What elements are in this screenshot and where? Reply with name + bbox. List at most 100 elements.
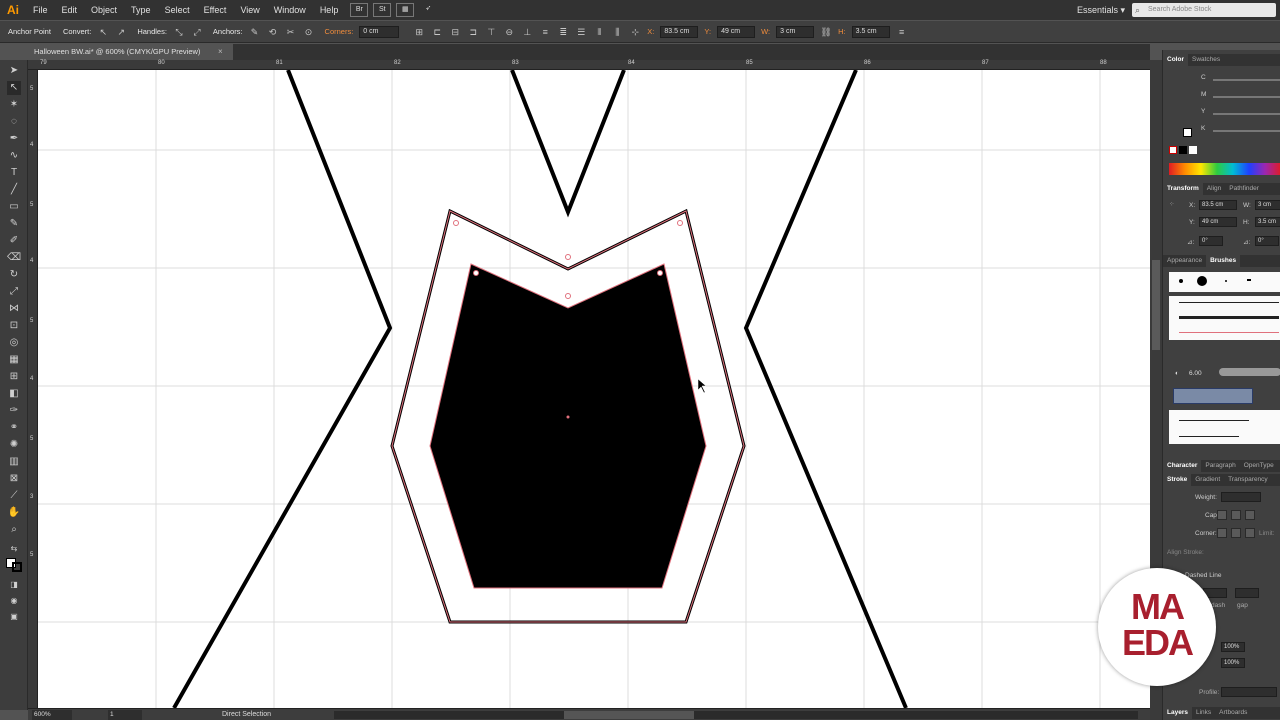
transform-y-field[interactable]: 49 cm xyxy=(1199,217,1237,227)
stroke-weight-field[interactable] xyxy=(1221,492,1261,502)
horizontal-scrollbar[interactable] xyxy=(334,711,1138,719)
projecting-cap-button[interactable] xyxy=(1245,510,1255,520)
reference-point-icon[interactable]: ⁘ xyxy=(1169,200,1174,208)
magic-wand-tool-icon[interactable]: ✶ xyxy=(7,98,21,112)
profile-field[interactable] xyxy=(1221,687,1277,697)
screen-mode-icon[interactable]: ▣ xyxy=(7,610,21,624)
zoom-level-field[interactable]: 600% xyxy=(32,710,72,720)
white-swatch[interactable] xyxy=(1189,146,1197,154)
menu-window[interactable]: Window xyxy=(267,0,313,20)
drawing-mode-icon[interactable]: ◉ xyxy=(7,594,21,608)
tab-stroke[interactable]: Stroke xyxy=(1163,474,1192,486)
round-cap-button[interactable] xyxy=(1231,510,1241,520)
shear-field[interactable]: 0° xyxy=(1255,236,1279,246)
swap-colors-icon[interactable]: ⇆ xyxy=(7,542,21,556)
scale-field-2[interactable]: 100% xyxy=(1221,658,1245,668)
hide-handles-icon[interactable]: ⤢ xyxy=(191,26,203,38)
brush-dot-large[interactable] xyxy=(1197,276,1207,286)
h-field[interactable]: 3.5 cm xyxy=(851,25,890,38)
align-left-icon[interactable]: ⊏ xyxy=(431,26,443,38)
horizontal-scroll-thumb[interactable] xyxy=(564,711,694,719)
symbol-sprayer-tool-icon[interactable]: ✺ xyxy=(7,438,21,452)
slice-tool-icon[interactable]: ⟋ xyxy=(7,489,21,503)
x-field[interactable]: 83.5 cm xyxy=(660,25,699,38)
bridge-button[interactable]: Br xyxy=(350,3,369,17)
miter-join-button[interactable] xyxy=(1217,528,1227,538)
tab-layers[interactable]: Layers xyxy=(1163,707,1192,719)
brush-stroke-thick[interactable] xyxy=(1179,316,1279,319)
transform-w-field[interactable]: 3 cm xyxy=(1255,200,1280,210)
butt-cap-button[interactable] xyxy=(1217,510,1227,520)
line-tool-icon[interactable]: ╱ xyxy=(7,183,21,197)
y-slider[interactable] xyxy=(1213,113,1280,115)
scale-field-1[interactable]: 100% xyxy=(1221,642,1245,652)
ruler-top[interactable]: 79 80 81 82 83 84 85 86 87 88 xyxy=(28,60,1150,70)
dash-field-2[interactable] xyxy=(1235,588,1259,598)
zoom-tool-icon[interactable]: ⌕ xyxy=(7,523,21,537)
tab-transparency[interactable]: Transparency xyxy=(1224,474,1272,486)
brush-scatter-line[interactable] xyxy=(1179,436,1239,437)
stroke-swatch[interactable] xyxy=(1183,128,1192,137)
rectangle-tool-icon[interactable]: ▭ xyxy=(7,200,21,214)
connect-anchor-icon[interactable]: ⟲ xyxy=(267,26,279,38)
shape-builder-tool-icon[interactable]: ◎ xyxy=(7,336,21,350)
pattern-brush-swatch[interactable] xyxy=(1173,388,1253,404)
gradient-tool-icon[interactable]: ◧ xyxy=(7,387,21,401)
round-join-button[interactable] xyxy=(1231,528,1241,538)
brush-stroke-red[interactable] xyxy=(1179,332,1279,333)
brush-dot-tiny[interactable] xyxy=(1225,280,1227,282)
align-bottom-icon[interactable]: ⊥ xyxy=(521,26,533,38)
tab-opentype[interactable]: OpenType xyxy=(1240,460,1278,472)
transform-h-field[interactable]: 3.5 cm xyxy=(1255,217,1280,227)
document-tab[interactable]: Halloween BW.ai* @ 600% (CMYK/GPU Previe… xyxy=(28,44,233,60)
width-tool-icon[interactable]: ⋈ xyxy=(7,302,21,316)
tab-artboards[interactable]: Artboards xyxy=(1215,707,1251,719)
bevel-join-button[interactable] xyxy=(1245,528,1255,538)
status-tool-text[interactable]: Direct Selection xyxy=(222,709,271,720)
brush-scatter-line[interactable] xyxy=(1179,420,1249,421)
ruler-left[interactable]: 5 4 5 4 5 4 5 3 5 xyxy=(28,70,38,708)
selection-tool-icon[interactable]: ➤ xyxy=(7,64,21,78)
tab-paragraph[interactable]: Paragraph xyxy=(1201,460,1239,472)
menu-object[interactable]: Object xyxy=(84,0,124,20)
artboard-number-field[interactable]: 1 xyxy=(108,710,142,720)
transform-x-field[interactable]: 83.5 cm xyxy=(1199,200,1237,210)
m-slider[interactable] xyxy=(1213,96,1280,98)
paintbrush-tool-icon[interactable]: ✎ xyxy=(7,217,21,231)
tab-pathfinder[interactable]: Pathfinder xyxy=(1225,183,1263,195)
arrange-documents-icon[interactable]: ▦ xyxy=(396,3,415,17)
tab-brushes[interactable]: Brushes xyxy=(1206,255,1241,267)
align-right-icon[interactable]: ⊐ xyxy=(467,26,479,38)
more-options-icon[interactable]: ≡ xyxy=(896,26,908,38)
corners-field[interactable]: 0 cm xyxy=(359,25,400,38)
cut-path-icon[interactable]: ✂ xyxy=(285,26,297,38)
brush-dots-row[interactable] xyxy=(1169,272,1280,292)
shaper-tool-icon[interactable]: ✐ xyxy=(7,234,21,248)
rotate-tool-icon[interactable]: ↻ xyxy=(7,268,21,282)
type-tool-icon[interactable]: T xyxy=(7,166,21,180)
eyedropper-tool-icon[interactable]: ✑ xyxy=(7,404,21,418)
isolate-object-icon[interactable]: ⊙ xyxy=(303,26,315,38)
distribute-right-icon[interactable]: ⫼ xyxy=(611,26,623,38)
tab-character[interactable]: Character xyxy=(1163,460,1202,472)
show-handles-icon[interactable]: ⤡ xyxy=(173,26,185,38)
tab-links[interactable]: Links xyxy=(1192,707,1215,719)
workspace-switcher[interactable]: Essentials ▾ xyxy=(1077,0,1125,20)
artboard-tool-icon[interactable]: ⊠ xyxy=(7,472,21,486)
column-graph-tool-icon[interactable]: ▥ xyxy=(7,455,21,469)
menu-file[interactable]: File xyxy=(26,0,55,20)
remove-anchor-icon[interactable]: ✎ xyxy=(249,26,261,38)
stroke-color-swatch[interactable] xyxy=(12,562,22,572)
brush-scatter-row[interactable] xyxy=(1169,410,1280,444)
lasso-tool-icon[interactable]: ◌ xyxy=(7,115,21,129)
k-slider[interactable] xyxy=(1213,130,1280,132)
hand-tool-icon[interactable]: ✋ xyxy=(7,506,21,520)
direct-selection-tool-icon[interactable]: ↖ xyxy=(7,81,21,95)
rotate-field[interactable]: 0° xyxy=(1199,236,1223,246)
color-mode-icon[interactable]: ◨ xyxy=(7,578,21,592)
tab-appearance[interactable]: Appearance xyxy=(1163,255,1206,267)
blend-tool-icon[interactable]: ⚭ xyxy=(7,421,21,435)
color-spectrum[interactable] xyxy=(1169,163,1280,175)
align-hcenter-icon[interactable]: ⊟ xyxy=(449,26,461,38)
curvature-tool-icon[interactable]: ∿ xyxy=(7,149,21,163)
